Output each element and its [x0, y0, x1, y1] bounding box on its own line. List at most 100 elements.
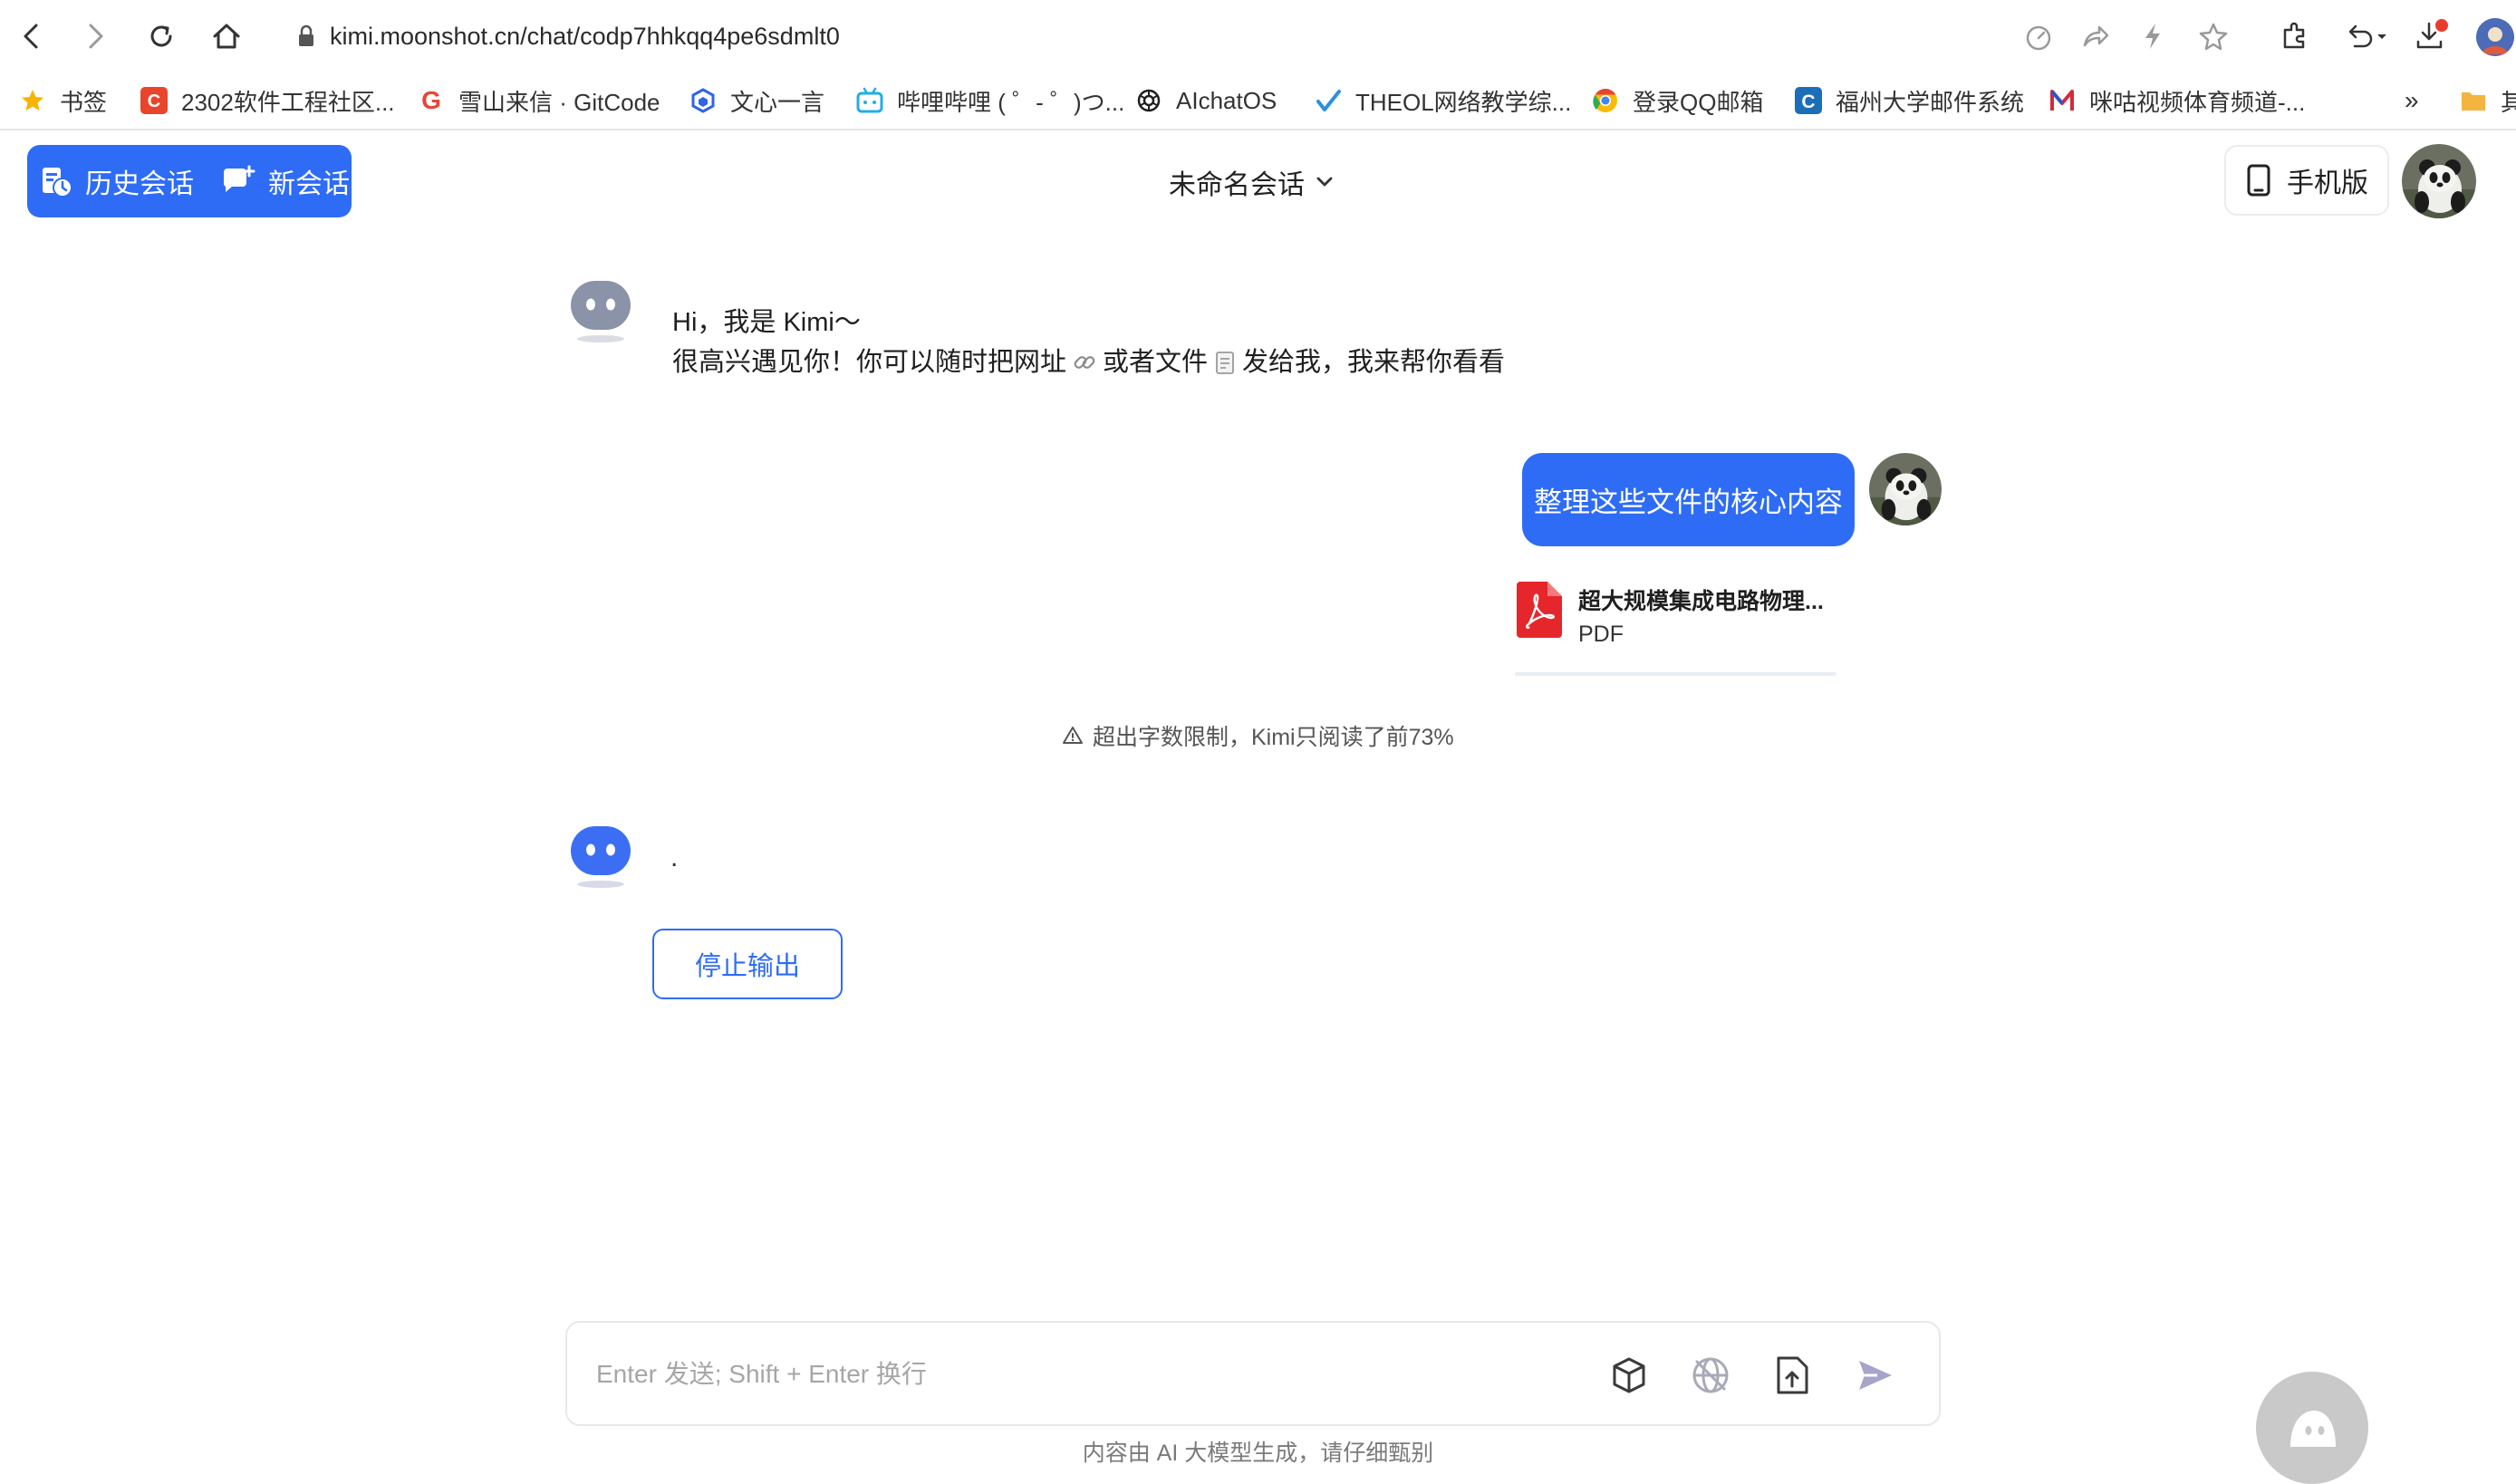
panda-avatar-icon — [1869, 453, 1942, 525]
undo-icon — [2348, 24, 2386, 48]
back-arrow-icon — [24, 24, 38, 49]
new-chat-icon — [223, 165, 255, 192]
m-logo-icon — [2048, 86, 2077, 115]
c-logo-icon: C — [1794, 86, 1823, 115]
gauge-icon — [2026, 25, 2051, 51]
bookmark-item[interactable]: AIchatOS — [1134, 80, 1277, 121]
theol-icon — [1314, 86, 1343, 115]
browser-profile-avatar[interactable] — [2476, 18, 2514, 56]
pdf-icon — [1517, 582, 1562, 638]
bookmark-star-button[interactable] — [2195, 14, 2232, 58]
bookmark-item[interactable]: THEOL网络教学综... — [1314, 80, 1571, 121]
share-button[interactable] — [2077, 14, 2114, 58]
csdn-icon: C — [140, 86, 169, 115]
download-icon — [2416, 19, 2448, 49]
star-outline-icon — [2199, 23, 2228, 51]
bookmark-item[interactable]: G 雪山来信 · GitCode — [417, 80, 660, 121]
file-name: 超大规模集成电路物理... — [1578, 589, 1824, 614]
ai-disclaimer: 内容由 AI 大模型生成，请仔细甄别 — [1082, 1441, 1434, 1466]
greeting-message: Hi，我是 Kimi～ 很高兴遇见你！你可以随时把网址 或者文件 发给我，我来帮… — [672, 303, 1505, 382]
kimi-ghost-icon — [2290, 1411, 2336, 1447]
downloads-button[interactable] — [2414, 14, 2450, 58]
svg-text:C: C — [148, 92, 160, 111]
user-message-text: 整理这些文件的核心内容 — [1534, 487, 1843, 518]
phone-icon — [2247, 164, 2270, 197]
session-button-group: 历史会话 新会话 — [27, 145, 352, 217]
bookmark-item[interactable]: C 福州大学邮件系统 — [1794, 80, 2024, 121]
bilibili-icon — [855, 86, 884, 115]
history-button[interactable]: 历史会话 — [27, 145, 208, 217]
panda-avatar-icon — [2402, 144, 2476, 218]
chrome-icon — [1591, 86, 1620, 115]
globe-off-icon — [1692, 1357, 1729, 1393]
star-icon — [18, 86, 47, 115]
history-icon — [43, 168, 72, 198]
google-icon: G — [417, 86, 446, 115]
bookmarks-overflow-button[interactable]: » — [2405, 80, 2419, 121]
reload-button[interactable] — [143, 14, 179, 58]
warning-text: 超出字数限制，Kimi只阅读了前73% — [1093, 725, 1454, 750]
file-card-underline — [1515, 672, 1836, 676]
address-bar[interactable]: kimi.moonshot.cn/chat/codp7hhkqq4pe6sdml… — [297, 16, 840, 56]
kimi-bot-avatar — [569, 823, 632, 890]
stop-output-button[interactable]: 停止输出 — [652, 929, 843, 999]
session-title: 未命名会话 — [1169, 170, 1305, 200]
greeting-line-2: 很高兴遇见你！你可以随时把网址 或者文件 发给我，我来帮你看看 — [672, 348, 1506, 377]
bookmark-item[interactable]: 文心一言 — [689, 80, 824, 121]
undo-menu-button[interactable] — [2339, 14, 2394, 58]
reload-icon — [150, 25, 172, 47]
upload-file-button[interactable] — [1769, 1352, 1816, 1399]
web-search-toggle[interactable] — [1687, 1352, 1734, 1399]
bookmark-item[interactable]: 咪咕视频体育频道-... — [2048, 80, 2305, 121]
svg-text:G: G — [421, 87, 441, 114]
bookmark-item[interactable]: 哔哩哔哩 ( ゜- ゜)つ... — [855, 80, 1124, 121]
url-text: kimi.moonshot.cn/chat/codp7hhkqq4pe6sdml… — [330, 22, 840, 50]
lock-icon — [299, 24, 313, 46]
bookmarks-bar: 书签 C 2302软件工程社区... G 雪山来信 · GitCode 文心一言… — [0, 72, 2516, 130]
file-type: PDF — [1578, 622, 1624, 647]
link-icon — [1074, 356, 1095, 369]
new-chat-button[interactable]: 新会话 — [208, 145, 364, 217]
home-button[interactable] — [208, 14, 245, 58]
browser-toolbar: kimi.moonshot.cn/chat/codp7hhkqq4pe6sdml… — [0, 0, 2516, 72]
document-icon — [1216, 352, 1234, 374]
stop-output-label: 停止输出 — [694, 952, 800, 981]
user-message-avatar — [1869, 453, 1942, 525]
user-avatar[interactable] — [2402, 144, 2476, 218]
puzzle-icon — [2283, 22, 2305, 49]
toolbox-button[interactable] — [1605, 1352, 1653, 1399]
openai-icon — [1134, 86, 1163, 115]
svg-text:C: C — [1801, 92, 1815, 112]
folder-icon — [2459, 86, 2488, 115]
forward-arrow-icon — [89, 24, 103, 49]
mobile-version-button[interactable]: 手机版 — [2224, 145, 2389, 216]
extensions-button[interactable] — [2277, 14, 2313, 58]
attached-file-card[interactable]: 超大规模集成电路物理... PDF — [1513, 569, 1836, 676]
session-title-dropdown[interactable]: 未命名会话 — [1169, 159, 1334, 205]
lightning-button[interactable] — [2135, 14, 2171, 58]
home-icon — [213, 24, 240, 49]
bookmark-item[interactable]: 登录QQ邮箱 — [1591, 80, 1763, 121]
kimi-bot-icon — [571, 281, 631, 342]
send-icon — [1859, 1361, 1892, 1390]
forward-button[interactable] — [78, 14, 114, 58]
cube-icon — [1613, 1357, 1645, 1393]
warning-icon — [1063, 727, 1083, 744]
read-limit-warning: 超出字数限制，Kimi只阅读了前73% — [1062, 719, 1454, 752]
floating-assistant-button[interactable] — [2256, 1372, 2368, 1484]
performance-button[interactable] — [2020, 14, 2057, 58]
kimi-bot-avatar — [569, 277, 632, 344]
bookmark-item[interactable]: 书签 — [18, 80, 107, 121]
bookmark-folder[interactable]: 其 — [2459, 80, 2516, 121]
history-label: 历史会话 — [85, 169, 194, 199]
mobile-label: 手机版 — [2287, 169, 2368, 198]
bot-reply-text: . — [670, 843, 679, 872]
new-chat-label: 新会话 — [268, 169, 350, 199]
send-button[interactable] — [1852, 1352, 1899, 1399]
bookmark-item[interactable]: C 2302软件工程社区... — [140, 80, 395, 121]
kimi-bot-icon — [571, 826, 631, 888]
share-arrow-icon — [2083, 25, 2109, 47]
chat-input[interactable] — [594, 1350, 1504, 1399]
back-button[interactable] — [13, 14, 49, 58]
user-message-bubble: 整理这些文件的核心内容 — [1522, 453, 1855, 546]
